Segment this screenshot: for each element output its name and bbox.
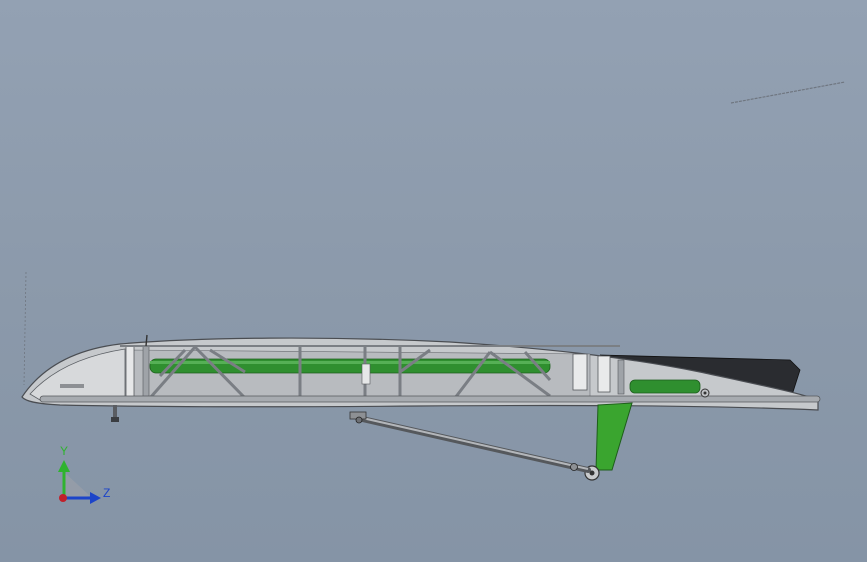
wing-assembly[interactable] <box>21 334 821 481</box>
z-axis-label: Z <box>103 486 110 500</box>
coordinate-triad: Y Z <box>58 444 110 504</box>
triad-origin <box>59 494 67 502</box>
top-antenna <box>145 334 148 347</box>
construction-line <box>730 81 846 104</box>
actuator-strut[interactable] <box>349 411 591 473</box>
aft-tube[interactable] <box>629 379 701 394</box>
upper-skin-line <box>120 345 620 347</box>
cad-viewport[interactable]: Y Z <box>0 0 867 562</box>
nose-label-plate <box>60 384 84 388</box>
support-bracket[interactable] <box>595 402 633 471</box>
triad-plane <box>64 472 90 500</box>
nose-probe <box>111 405 119 422</box>
construction-line-vertical <box>23 271 27 386</box>
y-axis-label: Y <box>60 444 68 458</box>
